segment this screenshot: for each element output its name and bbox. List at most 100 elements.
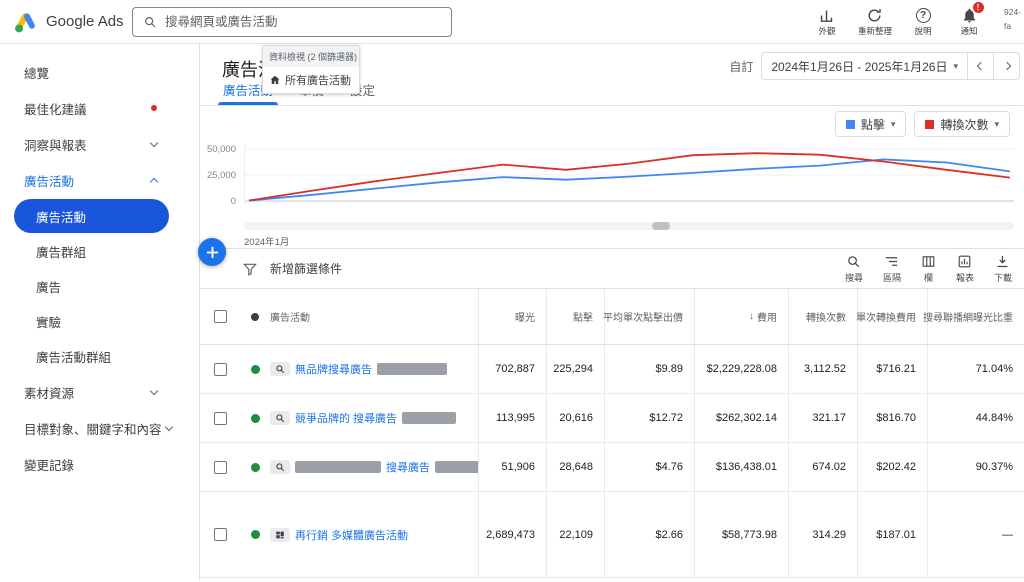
row-checkbox[interactable] xyxy=(214,461,227,474)
segment-icon xyxy=(884,254,899,269)
date-range-control: 自訂 2024年1月26日 - 2025年1月26日 ▾ xyxy=(729,52,1020,80)
sidebar-subitem[interactable]: 實驗 xyxy=(0,304,199,338)
date-prev-button[interactable] xyxy=(967,53,993,79)
sidebar-item-label: 最佳化建議 xyxy=(24,99,87,118)
campaign-link[interactable]: 競爭品牌的 搜尋廣告 xyxy=(295,410,397,426)
search-campaign-icon xyxy=(270,411,290,425)
sidebar-item[interactable]: 洞察與報表 xyxy=(0,126,199,162)
layout: 總覽最佳化建議洞察與報表廣告活動廣告活動廣告群組廣告實驗廣告活動群組素材資源目標… xyxy=(0,44,1024,581)
row-checkbox[interactable] xyxy=(214,528,227,541)
appearance-button[interactable]: 外觀 xyxy=(812,6,842,37)
legend-label: 轉換次數 xyxy=(940,116,988,133)
add-campaign-button[interactable] xyxy=(198,238,226,266)
add-filter-label: 新增篩選條件 xyxy=(270,260,342,277)
toolbar-columns-button[interactable]: 欄 xyxy=(921,254,936,284)
sidebar-item-label: 總覽 xyxy=(24,63,49,82)
sidebar-item[interactable]: 變更記錄 xyxy=(0,446,199,482)
chevron-down-icon: ▾ xyxy=(953,61,958,72)
cell-impressions: 51,906 xyxy=(478,443,546,491)
sidebar-item[interactable]: 廣告活動 xyxy=(0,162,199,198)
sidebar-subitem-label: 廣告群組 xyxy=(36,242,86,261)
sort-desc-icon: ↓ xyxy=(749,311,754,322)
help-icon: ? xyxy=(916,6,931,24)
sidebar-item-label: 洞察與報表 xyxy=(24,135,87,154)
y-axis-tick-label: 25,000 xyxy=(207,170,236,181)
column-header-impressions[interactable]: 曝光 xyxy=(478,289,546,344)
column-header-clicks[interactable]: 點擊 xyxy=(546,289,604,344)
cell-cost_per_conv: $187.01 xyxy=(857,492,927,577)
cell-conversions: 321.17 xyxy=(788,394,857,442)
sidebar: 總覽最佳化建議洞察與報表廣告活動廣告活動廣告群組廣告實驗廣告活動群組素材資源目標… xyxy=(0,44,200,581)
column-header-cost_per_conv[interactable]: 單次轉換費用 xyxy=(857,289,927,344)
chart-metric-selectors: 點擊▾ 轉換次數 ▾ xyxy=(835,111,1010,137)
sidebar-subitem[interactable]: 廣告群組 xyxy=(0,234,199,268)
search-campaign-icon xyxy=(270,362,290,376)
sidebar-subitem-label: 廣告活動群組 xyxy=(36,347,111,366)
global-search[interactable] xyxy=(132,7,452,37)
sidebar-item[interactable]: 總覽 xyxy=(0,54,199,90)
column-header-name[interactable]: 廣告活動 xyxy=(270,289,478,344)
campaign-link[interactable]: 再行銷 多媒體廣告活動 xyxy=(295,527,408,543)
refresh-button[interactable]: 重新整理 xyxy=(858,6,892,37)
sidebar-subitem[interactable]: 廣告活動 xyxy=(14,199,169,233)
chart-scrollbar-handle[interactable] xyxy=(652,222,670,230)
toolbar-segment-button[interactable]: 區隔 xyxy=(883,254,901,284)
notifications-button[interactable]: !通知 xyxy=(954,6,984,37)
cell-conversions: 314.29 xyxy=(788,492,857,577)
sidebar-item[interactable]: 目標對象、關鍵字和內容 xyxy=(0,410,199,446)
table-row: 無品牌搜尋廣告702,887225,294$9.89$2,229,228.083… xyxy=(200,345,1024,394)
table-row: 搜尋廣告51,90628,648$4.76$136,438.01674.02$2… xyxy=(200,443,1024,492)
google-ads-logo[interactable]: Google Ads xyxy=(14,10,124,34)
legend-label: 點擊 xyxy=(861,116,885,133)
chevron-right-icon xyxy=(1002,62,1010,70)
campaigns-table: 廣告活動曝光點擊平均單次點擊出價↓費用轉換次數單次轉換費用搜尋聯播網曝光比重 無… xyxy=(200,288,1024,578)
status-dot xyxy=(251,414,260,423)
campaign-link[interactable]: 搜尋廣告 xyxy=(386,459,430,475)
main-content: 廣告活動 資料檢視 (2 個篩選器) 所有廣告活動 自訂 2024年1月26日 … xyxy=(200,44,1024,581)
chart-section: 點擊▾轉換次數▾ 025,00050,000 2024年1月 xyxy=(200,106,1024,248)
cell-impr_share: 44.84% xyxy=(927,394,1024,442)
sidebar-item[interactable]: 素材資源 xyxy=(0,374,199,410)
toolbar-search-button[interactable]: 搜尋 xyxy=(845,254,863,284)
row-checkbox[interactable] xyxy=(214,412,227,425)
date-range-picker[interactable]: 2024年1月26日 - 2025年1月26日 ▾ xyxy=(762,53,967,79)
add-filter-button[interactable]: 新增篩選條件 xyxy=(242,260,342,277)
cell-cost: $262,302.14 xyxy=(694,394,788,442)
column-header-avg_cpc[interactable]: 平均單次點擊出價 xyxy=(604,289,694,344)
sidebar-subitem-label: 廣告 xyxy=(36,277,61,296)
y-axis: 025,00050,000 xyxy=(200,106,240,216)
toolbar-download-button[interactable]: 下載 xyxy=(994,254,1012,284)
date-range-preset-label: 自訂 xyxy=(729,58,753,75)
date-next-button[interactable] xyxy=(993,53,1019,79)
series-點擊 xyxy=(249,159,1010,200)
sidebar-item-label: 廣告活動 xyxy=(24,171,74,190)
column-header-impr_share[interactable]: 搜尋聯播網曝光比重 xyxy=(927,289,1024,344)
row-checkbox[interactable] xyxy=(214,363,227,376)
cell-conversions: 3,112.52 xyxy=(788,345,857,393)
chart-scrollbar[interactable] xyxy=(244,222,1014,230)
metric-selector[interactable]: 點擊▾ xyxy=(835,111,907,137)
search-input[interactable] xyxy=(165,15,441,29)
toolbar-report-button[interactable]: 報表 xyxy=(956,254,974,284)
select-all-checkbox[interactable] xyxy=(214,310,227,323)
sidebar-subitem[interactable]: 廣告活動群組 xyxy=(0,339,199,373)
chevron-left-icon xyxy=(976,62,984,70)
sidebar-subitem[interactable]: 廣告 xyxy=(0,269,199,303)
date-range-box: 2024年1月26日 - 2025年1月26日 ▾ xyxy=(761,52,1020,80)
redacted-text xyxy=(402,412,456,424)
sidebar-item[interactable]: 最佳化建議 xyxy=(0,90,199,126)
cell-impr_share: — xyxy=(927,492,1024,577)
column-header-cost[interactable]: ↓費用 xyxy=(694,289,788,344)
legend-swatch xyxy=(925,120,934,129)
chevron-up-icon xyxy=(150,177,158,185)
campaign-link[interactable]: 無品牌搜尋廣告 xyxy=(295,361,372,377)
table-toolbar: 新增篩選條件 搜尋區隔欄報表下載 xyxy=(200,248,1024,288)
status-dot xyxy=(251,530,260,539)
data-view-scope[interactable]: 所有廣告活動 xyxy=(263,67,359,93)
help-button[interactable]: ?說明 xyxy=(908,6,938,37)
column-header-label: 費用 xyxy=(757,309,777,324)
chevron-down-icon: ▾ xyxy=(994,119,999,130)
campaign-name-cell: 搜尋廣告 xyxy=(270,443,478,491)
metric-selector[interactable]: 轉換次數 ▾ xyxy=(914,111,1010,137)
column-header-conversions[interactable]: 轉換次數 xyxy=(788,289,857,344)
